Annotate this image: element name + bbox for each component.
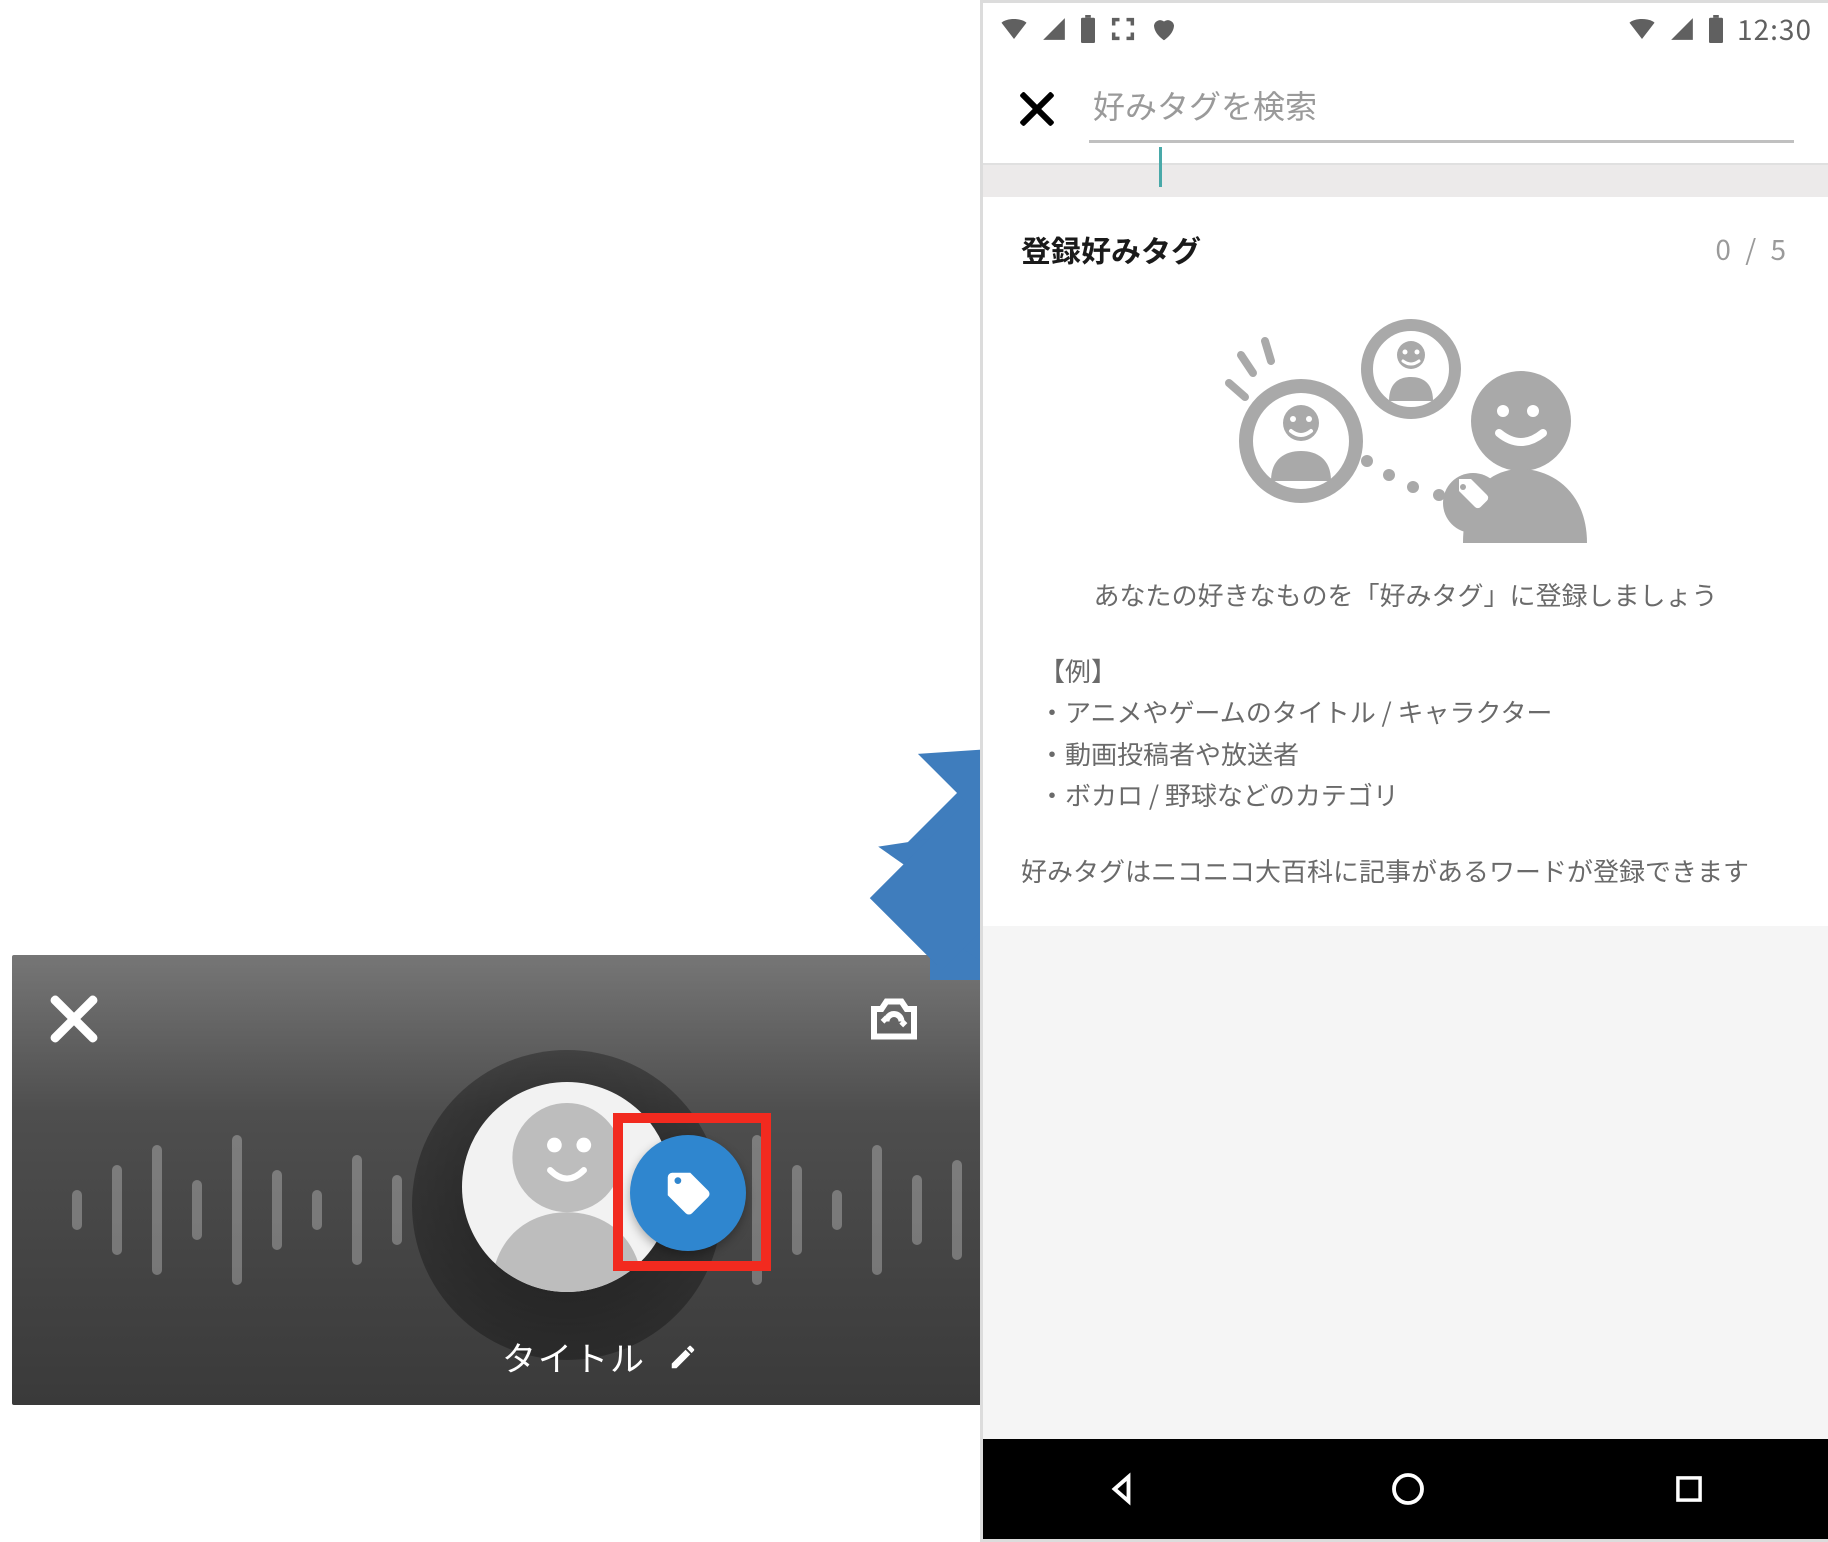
nav-recent-icon[interactable]	[1670, 1470, 1708, 1508]
nav-home-icon[interactable]	[1387, 1468, 1429, 1510]
empty-state-illustration	[1021, 311, 1790, 546]
battery-icon	[1079, 15, 1097, 43]
heart-icon	[1149, 14, 1179, 44]
empty-state-copy: あなたの好きなものを「好みタグ」に登録しましょう 【例】 アニメやゲームのタイト…	[1021, 574, 1790, 892]
fullscreen-icon	[1109, 15, 1137, 43]
pencil-icon[interactable]	[668, 1342, 698, 1372]
status-bar: 12:30	[983, 3, 1828, 55]
registered-tags-section: 登録好みタグ 0 / 5	[983, 197, 1828, 926]
close-icon[interactable]	[1017, 89, 1057, 129]
close-icon[interactable]	[46, 991, 102, 1047]
broadcast-title-label: タイトル	[502, 1332, 646, 1381]
nav-back-icon[interactable]	[1104, 1468, 1146, 1510]
battery-icon	[1707, 15, 1725, 43]
lead-text: あなたの好きなものを「好みタグ」に登録しましょう	[1021, 574, 1790, 616]
signal-icon	[1041, 16, 1067, 42]
example-item: 動画投稿者や放送者	[1039, 733, 1790, 775]
note-text: 好みタグはニコニコ大百科に記事があるワードが登録できます	[1021, 850, 1790, 892]
example-item: アニメやゲームのタイトル / キャラクター	[1039, 691, 1790, 733]
highlight-box	[613, 1113, 771, 1271]
section-title: 登録好みタグ	[1021, 227, 1201, 271]
android-nav-bar	[983, 1439, 1828, 1539]
divider-bar	[983, 165, 1828, 197]
wifi-icon	[999, 14, 1029, 44]
example-item: ボカロ / 野球などのカテゴリ	[1039, 774, 1790, 816]
search-row	[983, 55, 1828, 165]
examples-header: 【例】	[1039, 650, 1790, 692]
signal-icon	[1669, 16, 1695, 42]
status-time: 12:30	[1737, 9, 1812, 49]
tag-search-input[interactable]	[1089, 75, 1794, 143]
phone-screen: 12:30 登録好みタグ 0 / 5	[980, 0, 1828, 1542]
text-cursor	[1159, 147, 1162, 187]
wifi-icon	[1627, 14, 1657, 44]
tag-count: 0 / 5	[1715, 229, 1790, 269]
examples-block: 【例】 アニメやゲームのタイトル / キャラクター 動画投稿者や放送者 ボカロ …	[1021, 650, 1790, 816]
